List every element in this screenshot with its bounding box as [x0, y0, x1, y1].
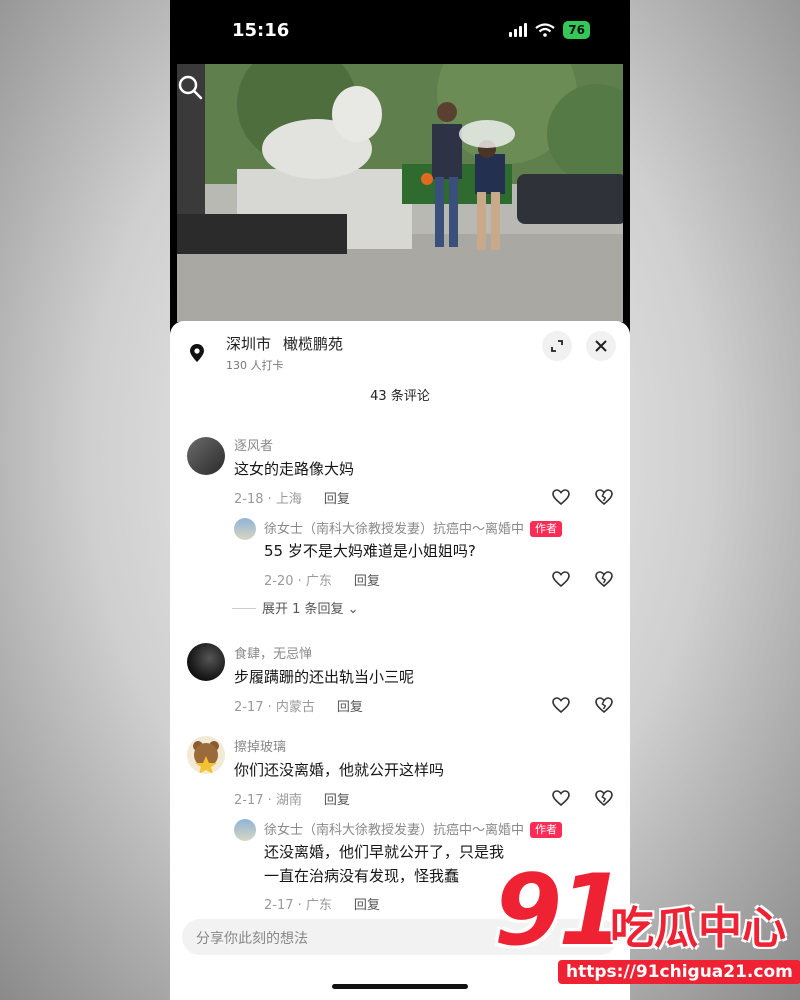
dislike-icon[interactable]	[594, 569, 614, 589]
expand-icon	[551, 340, 563, 352]
status-time: 15:16	[232, 20, 290, 41]
location-title: 深圳市 橄榄鹏苑	[226, 335, 344, 353]
avatar[interactable]	[187, 437, 225, 475]
author-badge: 作者	[530, 822, 563, 838]
reply-text: 55 岁不是大妈难道是小姐姐吗?	[264, 542, 476, 560]
reply-button[interactable]: 回复	[354, 898, 380, 913]
signal-icon	[509, 23, 528, 37]
status-icons: 76	[509, 21, 590, 39]
comment-input-placeholder: 分享你此刻的想法	[196, 931, 308, 947]
close-button[interactable]	[586, 331, 616, 361]
author-badge: 作者	[530, 521, 563, 537]
expand-button[interactable]	[542, 331, 572, 361]
avatar[interactable]	[187, 736, 225, 774]
reply-button[interactable]: 回复	[354, 574, 380, 589]
comment-username[interactable]: 擦掉玻璃	[234, 736, 286, 755]
reply-meta: 2-17 · 广东 回复	[264, 898, 380, 913]
status-bar: 15:16 76	[170, 0, 630, 62]
location-checkins: 130 人打卡	[226, 359, 284, 372]
comment-meta: 2-17 · 内蒙古 回复	[234, 700, 363, 715]
watermark: 91 吃瓜中心 https://91chigua21.com	[494, 854, 800, 1000]
dislike-icon[interactable]	[594, 487, 614, 507]
avatar[interactable]	[234, 819, 256, 841]
like-icon[interactable]	[551, 487, 571, 507]
chevron-down-icon: ⌄	[343, 602, 359, 617]
reply-username[interactable]: 徐女士（南科大徐教授发妻）抗癌中～离婚中 作者	[264, 518, 563, 537]
wifi-icon	[535, 23, 555, 37]
bear-avatar-icon	[193, 741, 219, 774]
comment-text: 这女的走路像大妈	[234, 460, 355, 478]
dislike-icon[interactable]	[594, 695, 614, 715]
reply-button[interactable]: 回复	[337, 700, 363, 715]
watermark-brand: 吃瓜中心	[610, 903, 786, 954]
comment-meta: 2-17 · 湖南 回复	[234, 793, 350, 808]
watermark-url: https://91chigua21.com	[558, 960, 800, 984]
close-icon	[595, 340, 607, 352]
reply-button[interactable]: 回复	[324, 492, 350, 507]
avatar[interactable]	[187, 643, 225, 681]
comment-count: 43 条评论	[370, 389, 430, 404]
like-icon[interactable]	[551, 695, 571, 715]
expand-replies-button[interactable]: 展开 1 条回复 ⌄	[232, 598, 359, 617]
like-icon[interactable]	[551, 569, 571, 589]
video-player[interactable]	[177, 64, 623, 322]
reply-text: 还没离婚，他们早就公开了，只是我一直在治病没有发现，怪我蠢	[264, 843, 505, 885]
like-icon[interactable]	[551, 788, 571, 808]
phone-screen: 15:16 76 深圳市 橄榄鹏苑 130 人打卡 43 条评论 逐风者 这女的…	[170, 0, 630, 1000]
battery-icon: 76	[563, 21, 590, 39]
avatar[interactable]	[234, 518, 256, 540]
reply-meta: 2-20 · 广东 回复	[264, 574, 380, 589]
comment-meta: 2-18 · 上海 回复	[234, 492, 350, 507]
search-icon[interactable]	[177, 74, 203, 100]
reply-button[interactable]: 回复	[324, 793, 350, 808]
reply-username[interactable]: 徐女士（南科大徐教授发妻）抗癌中～离婚中 作者	[264, 819, 563, 838]
dislike-icon[interactable]	[594, 788, 614, 808]
location-pin-icon	[190, 344, 204, 362]
video-frame	[177, 64, 623, 322]
comment-text: 步履蹒跚的还出轨当小三呢	[234, 668, 415, 686]
comment-username[interactable]: 逐风者	[234, 435, 273, 454]
comment-text: 你们还没离婚，他就公开这样吗	[234, 761, 445, 779]
home-indicator	[332, 984, 468, 989]
comment-username[interactable]: 食肆，无忌惮	[234, 643, 312, 662]
watermark-number: 91	[494, 854, 626, 968]
